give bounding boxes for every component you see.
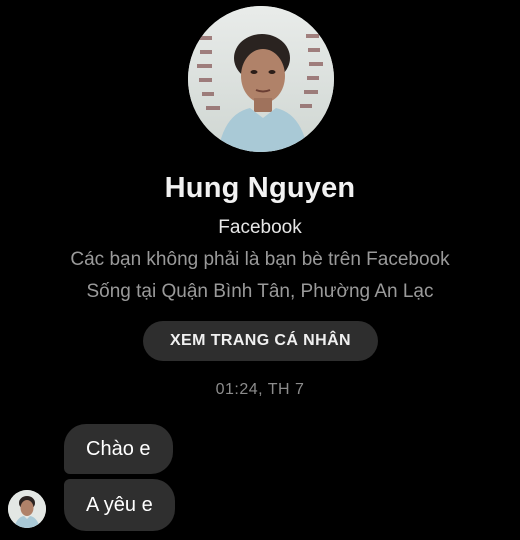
- location-text: Sống tại Quận Bình Tân, Phường An Lạc: [86, 281, 434, 302]
- friend-status-text: Các bạn không phải là bạn bè trên Facebo…: [70, 249, 450, 270]
- message-bubble[interactable]: A yêu e: [64, 479, 175, 531]
- sender-avatar[interactable]: [8, 490, 46, 528]
- message-text: A yêu e: [86, 493, 153, 516]
- profile-name: Hung Nguyen: [164, 172, 356, 204]
- message-bubble[interactable]: Chào e: [64, 424, 173, 474]
- message-text: Chào e: [86, 437, 151, 460]
- message-timestamp: 01:24, TH 7: [215, 381, 305, 398]
- profile-avatar[interactable]: [188, 6, 334, 152]
- view-profile-button[interactable]: XEM TRANG CÁ NHÂN: [143, 321, 378, 361]
- profile-photo-icon: [8, 490, 46, 528]
- profile-platform: Facebook: [218, 217, 302, 238]
- profile-photo-icon: [188, 6, 334, 152]
